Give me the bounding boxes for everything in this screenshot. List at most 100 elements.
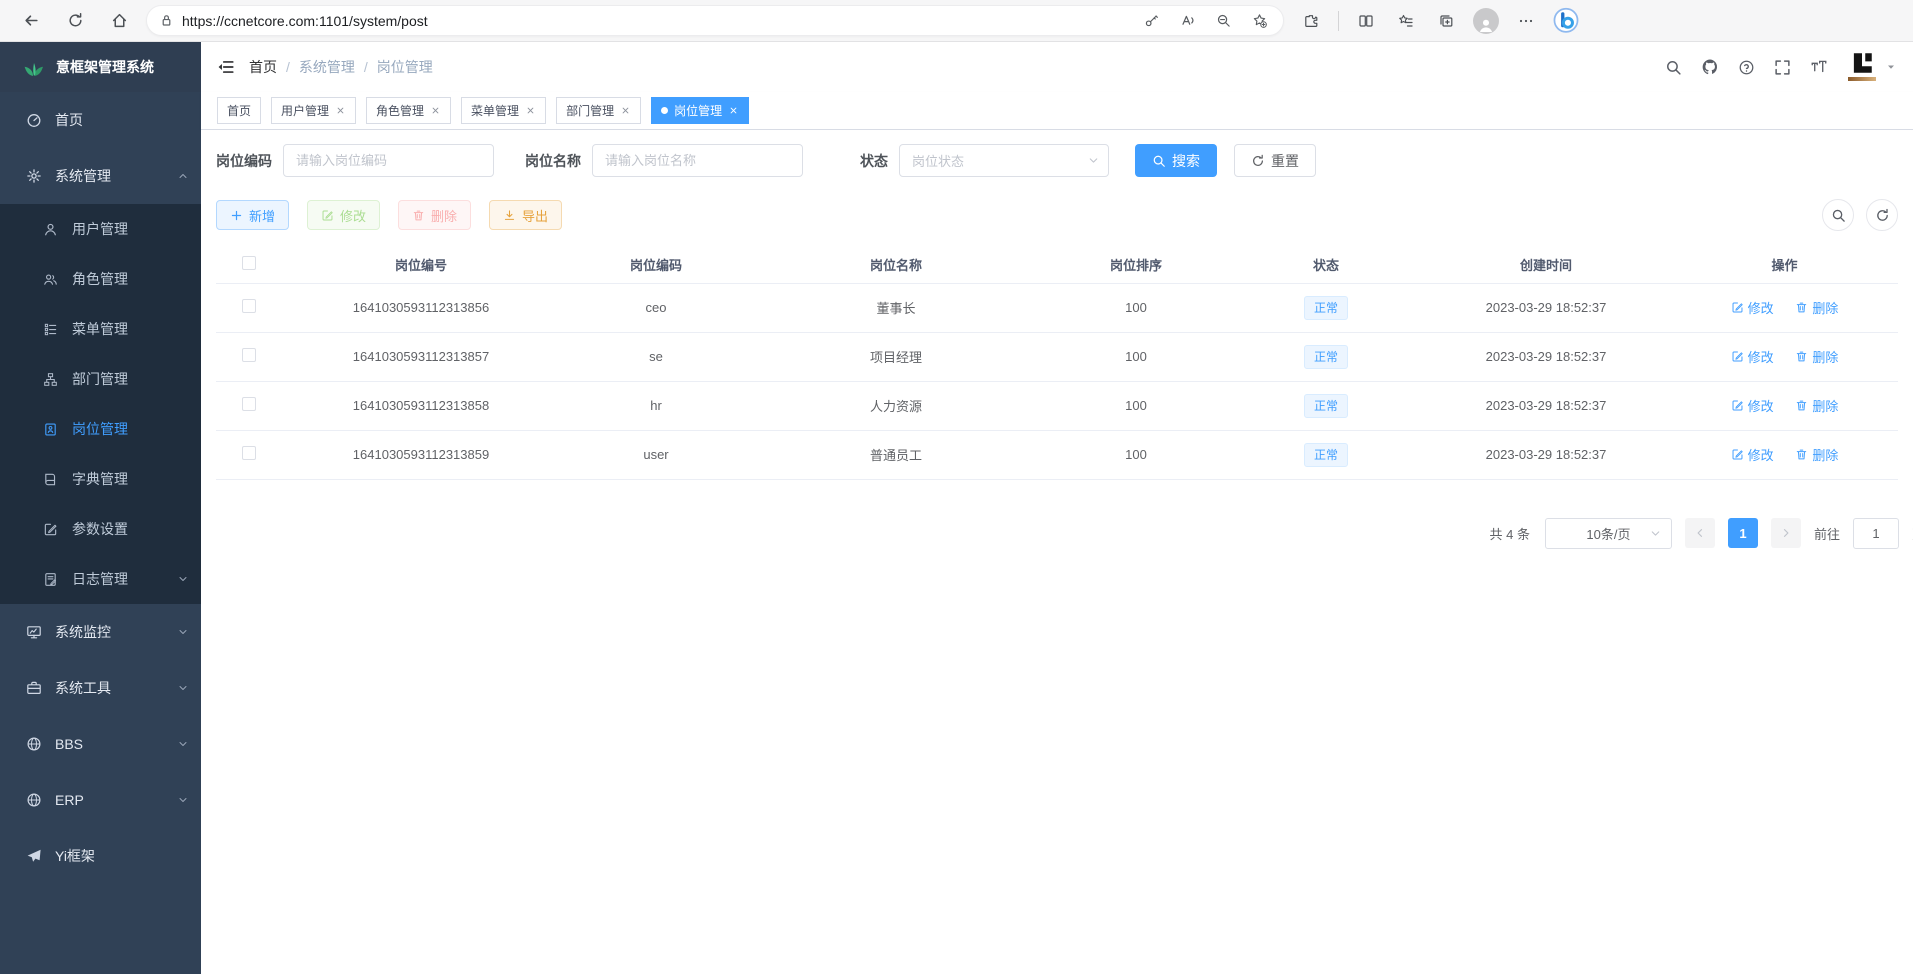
font-size-icon[interactable]: [1810, 58, 1828, 76]
more-icon[interactable]: [1509, 4, 1543, 38]
github-icon[interactable]: [1701, 58, 1719, 76]
zoom-out-icon[interactable]: [1209, 7, 1237, 35]
row-delete-button[interactable]: 删除: [1795, 445, 1838, 464]
sidebar-item-menus[interactable]: 菜单管理: [0, 304, 201, 354]
post-code-input[interactable]: [283, 144, 494, 177]
help-icon[interactable]: [1738, 59, 1755, 76]
users-icon: [43, 272, 59, 287]
tab-roles[interactable]: 角色管理: [366, 97, 451, 124]
row-delete-button[interactable]: 删除: [1795, 298, 1838, 317]
collections-icon[interactable]: [1429, 4, 1463, 38]
row-delete-button[interactable]: 删除: [1795, 396, 1838, 415]
favorites-bar-icon[interactable]: [1389, 4, 1423, 38]
edit-button[interactable]: 修改: [307, 200, 380, 230]
chevron-down-icon: [1649, 527, 1662, 540]
user-avatar[interactable]: [1847, 50, 1897, 84]
chevron-down-icon: [177, 738, 189, 750]
delete-button[interactable]: 删除: [398, 200, 471, 230]
tab-close-icon[interactable]: [335, 105, 346, 116]
bing-icon[interactable]: [1549, 4, 1583, 38]
row-edit-button[interactable]: 修改: [1731, 347, 1774, 366]
app-title: 意框架管理系统: [56, 57, 154, 77]
tab-close-icon[interactable]: [728, 105, 739, 116]
post-name-input[interactable]: [592, 144, 803, 177]
header-actions: [1665, 50, 1897, 84]
key-icon[interactable]: [1137, 7, 1165, 35]
sidebar-item-system[interactable]: 系统管理: [0, 148, 201, 204]
chevron-down-icon: [1087, 154, 1100, 167]
show-search-icon[interactable]: [1822, 199, 1854, 231]
tab-menus[interactable]: 菜单管理: [461, 97, 546, 124]
sidebar-item-logs[interactable]: 日志管理: [0, 554, 201, 604]
tab-close-icon[interactable]: [620, 105, 631, 116]
back-icon[interactable]: [14, 4, 48, 38]
column-actions: 操作: [1671, 247, 1898, 283]
tab-posts[interactable]: 岗位管理: [651, 97, 749, 124]
page-size-select[interactable]: 10条/页: [1545, 518, 1672, 549]
posts-table: 岗位编号 岗位编码 岗位名称 岗位排序 状态 创建时间 操作 164103059…: [216, 247, 1898, 480]
dashboard-icon: [26, 112, 42, 128]
page-content: 岗位编码 岗位名称 状态 岗位状态 搜索 重置: [201, 130, 1913, 974]
url-input[interactable]: [182, 13, 1129, 29]
tab-close-icon[interactable]: [430, 105, 441, 116]
tab-close-icon[interactable]: [525, 105, 536, 116]
post-code-label: 岗位编码: [216, 151, 272, 171]
sidebar-item-tools[interactable]: 系统工具: [0, 660, 201, 716]
row-edit-button[interactable]: 修改: [1731, 396, 1774, 415]
goto-page-input[interactable]: [1853, 518, 1899, 549]
home-icon[interactable]: [102, 4, 136, 38]
sidebar-item-departments[interactable]: 部门管理: [0, 354, 201, 404]
sidebar-item-bbs[interactable]: BBS: [0, 716, 201, 772]
sidebar-item-erp[interactable]: ERP: [0, 772, 201, 828]
row-checkbox[interactable]: [242, 397, 256, 411]
refresh-table-icon[interactable]: [1866, 199, 1898, 231]
row-checkbox[interactable]: [242, 348, 256, 362]
sidebar-item-posts[interactable]: 岗位管理: [0, 404, 201, 454]
row-delete-button[interactable]: 删除: [1795, 347, 1838, 366]
select-all-checkbox[interactable]: [242, 256, 256, 270]
goto-label: 前往: [1814, 524, 1840, 543]
row-edit-button[interactable]: 修改: [1731, 445, 1774, 464]
post-name-label: 岗位名称: [525, 151, 581, 171]
fullscreen-icon[interactable]: [1774, 59, 1791, 76]
row-edit-button[interactable]: 修改: [1731, 298, 1774, 317]
search-icon[interactable]: [1665, 59, 1682, 76]
tab-users[interactable]: 用户管理: [271, 97, 356, 124]
sidebar-item-dictionary[interactable]: 字典管理: [0, 454, 201, 504]
reset-button[interactable]: 重置: [1234, 144, 1316, 177]
sidebar-item-home[interactable]: 首页: [0, 92, 201, 148]
search-button[interactable]: 搜索: [1135, 144, 1217, 177]
page-1-button[interactable]: 1: [1728, 518, 1758, 548]
row-checkbox[interactable]: [242, 446, 256, 460]
next-page-button[interactable]: [1771, 518, 1801, 548]
row-checkbox[interactable]: [242, 299, 256, 313]
status-select[interactable]: 岗位状态: [899, 144, 1109, 177]
cell-post-code: se: [561, 332, 751, 381]
tab-departments[interactable]: 部门管理: [556, 97, 641, 124]
tab-home[interactable]: 首页: [217, 97, 261, 124]
breadcrumb-section: 系统管理: [299, 57, 355, 77]
sidebar-item-users[interactable]: 用户管理: [0, 204, 201, 254]
refresh-icon[interactable]: [58, 4, 92, 38]
split-screen-icon[interactable]: [1349, 4, 1383, 38]
sidebar-item-roles[interactable]: 角色管理: [0, 254, 201, 304]
monitor-icon: [26, 624, 42, 640]
address-bar[interactable]: [146, 5, 1284, 36]
badge-icon: [43, 422, 59, 437]
favorite-add-icon[interactable]: [1245, 7, 1273, 35]
sidebar-collapse-icon[interactable]: [217, 58, 235, 76]
add-button[interactable]: 新增: [216, 200, 289, 230]
extensions-icon[interactable]: [1294, 4, 1328, 38]
profile-avatar-icon[interactable]: [1469, 4, 1503, 38]
breadcrumb-current: 岗位管理: [377, 57, 433, 77]
prev-page-button[interactable]: [1685, 518, 1715, 548]
lock-icon[interactable]: [159, 13, 174, 28]
read-aloud-icon[interactable]: [1173, 7, 1201, 35]
cell-post-code: user: [561, 430, 751, 479]
sidebar-item-yi-framework[interactable]: Yi框架: [0, 828, 201, 884]
sidebar-item-parameters[interactable]: 参数设置: [0, 504, 201, 554]
sidebar-item-monitoring[interactable]: 系统监控: [0, 604, 201, 660]
breadcrumb-home[interactable]: 首页: [249, 57, 277, 77]
search-form: 岗位编码 岗位名称 状态 岗位状态 搜索 重置: [216, 144, 1898, 177]
export-button[interactable]: 导出: [489, 200, 562, 230]
